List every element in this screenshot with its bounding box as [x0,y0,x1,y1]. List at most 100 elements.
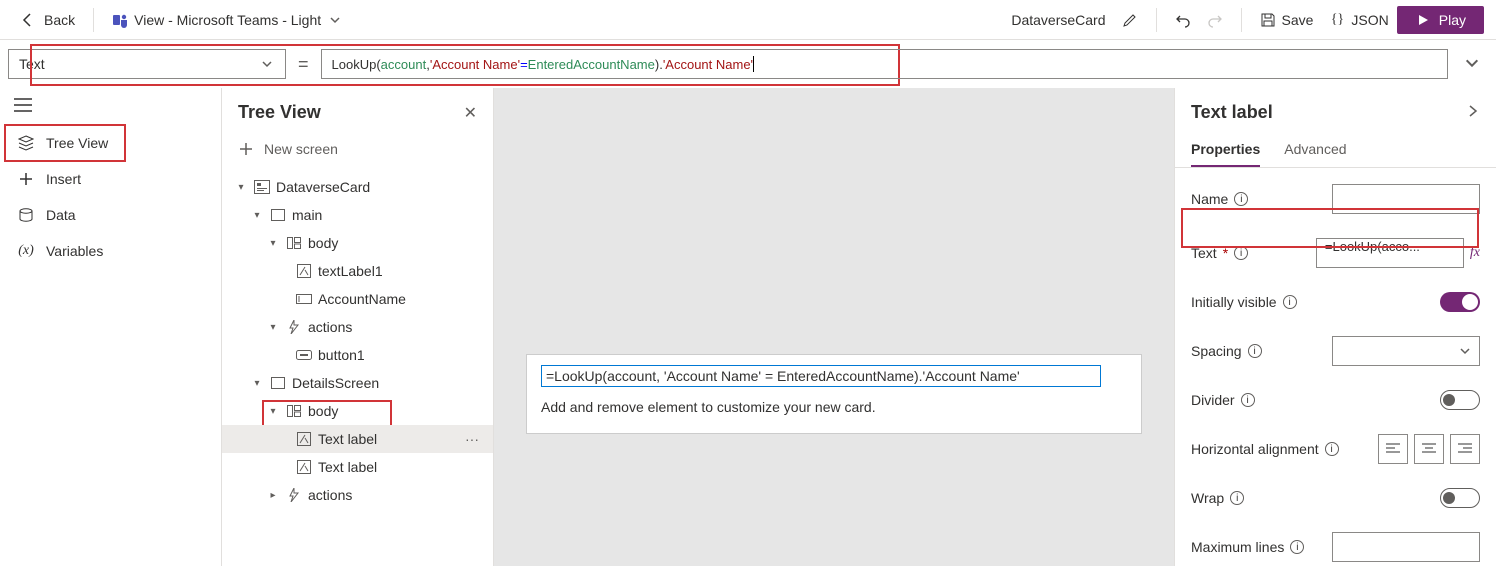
redo-icon [1207,12,1223,28]
actions-icon [286,487,302,503]
chevron-down-icon: ▾ [250,210,264,221]
nav-label: Variables [46,243,103,259]
align-center-button[interactable] [1414,434,1444,464]
info-icon[interactable]: i [1290,540,1304,554]
nav-tree-view[interactable]: Tree View [0,125,221,161]
toolbar-divider [1241,8,1242,32]
wrap-toggle[interactable] [1440,488,1480,508]
screen-icon [270,207,286,223]
toolbar-divider [93,8,94,32]
hamburger-button[interactable] [0,88,221,125]
card-surface[interactable]: =LookUp(account, 'Account Name' = Entere… [526,354,1142,434]
prop-row-maxlines: Maximum linesi [1191,520,1480,566]
nav-label: Insert [46,171,81,187]
play-label: Play [1439,12,1466,28]
info-icon[interactable]: i [1234,192,1248,206]
tree-view-panel: Tree View ✕ New screen ▾ DataverseCard ▾… [222,88,494,566]
info-icon[interactable]: i [1230,491,1244,505]
card-help-text: Add and remove element to customize your… [541,399,1127,415]
chevron-down-icon: ▾ [234,182,248,193]
formula-input[interactable]: LookUp(account, 'Account Name' = Entered… [321,49,1448,79]
tree-node-detailsscreen[interactable]: ▾ DetailsScreen [222,369,493,397]
new-screen-button[interactable]: New screen [222,133,493,169]
tree-node-main[interactable]: ▾ main [222,201,493,229]
tree-node-textlabel2[interactable]: Text label [222,453,493,481]
property-selector[interactable]: Text [8,49,286,79]
fx-button[interactable]: fx [1470,245,1480,261]
selected-element[interactable]: =LookUp(account, 'Account Name' = Entere… [541,365,1101,387]
redo-button[interactable] [1199,12,1231,28]
chevron-right-icon: ▸ [266,490,280,501]
prop-row-wrap: Wrapi [1191,476,1480,520]
tree-node-textlabel1[interactable]: textLabel1 [222,257,493,285]
property-name: Text [19,56,45,72]
play-icon [1415,12,1431,28]
chevron-down-icon: ▾ [266,238,280,249]
variable-icon: (x) [18,243,34,259]
align-right-button[interactable] [1450,434,1480,464]
info-icon[interactable]: i [1325,442,1339,456]
visible-toggle[interactable] [1440,292,1480,312]
tree-node-body2[interactable]: ▾ body [222,397,493,425]
info-icon[interactable]: i [1283,295,1297,309]
spacing-dropdown[interactable] [1332,336,1480,366]
info-icon[interactable]: i [1248,344,1262,358]
back-label: Back [44,12,75,28]
back-button[interactable]: Back [12,12,83,28]
canvas-area[interactable]: =LookUp(account, 'Account Name' = Entere… [494,88,1174,566]
json-button[interactable]: {} JSON [1321,12,1396,28]
layers-icon [18,135,34,151]
text-value-input[interactable]: =LookUp(acco... [1316,238,1464,268]
rename-button[interactable] [1114,12,1146,28]
top-toolbar: Back View - Microsoft Teams - Light Data… [0,0,1496,40]
textinput-icon [296,291,312,307]
chevron-right-icon[interactable] [1466,104,1480,121]
arrow-left-icon [20,12,36,28]
tree-node-accountname[interactable]: AccountName [222,285,493,313]
tree-node-button1[interactable]: button1 [222,341,493,369]
plus-icon [238,141,254,157]
divider-toggle[interactable] [1440,390,1480,410]
name-input[interactable] [1332,184,1480,214]
button-icon [296,347,312,363]
nav-variables[interactable]: (x) Variables [0,233,221,269]
formula-expand-button[interactable] [1456,55,1488,74]
tree-node-actions2[interactable]: ▸ actions [222,481,493,509]
node-more-button[interactable]: ··· [457,431,487,447]
left-nav: Tree View Insert Data (x) Variables [0,88,222,566]
textlabel-icon [296,431,312,447]
prop-row-spacing: Spacingi [1191,324,1480,378]
chevron-down-icon [327,12,343,28]
maxlines-input[interactable] [1332,532,1480,562]
view-theme-dropdown[interactable]: View - Microsoft Teams - Light [104,12,351,28]
container-icon [286,235,302,251]
textlabel-icon [296,263,312,279]
card-icon [254,179,270,195]
align-left-button[interactable] [1378,434,1408,464]
prop-row-divider: Divideri [1191,378,1480,422]
nav-insert[interactable]: Insert [0,161,221,197]
undo-button[interactable] [1167,12,1199,28]
tree-node-actions[interactable]: ▾ actions [222,313,493,341]
info-icon[interactable]: i [1234,246,1248,260]
actions-icon [286,319,302,335]
properties-panel: Text label Properties Advanced Namei Tex… [1174,88,1496,566]
chevron-down-icon: ▾ [250,378,264,389]
nav-data[interactable]: Data [0,197,221,233]
new-screen-label: New screen [264,141,338,157]
tree-node-textlabel-selected[interactable]: Text label ··· [222,425,493,453]
tab-advanced[interactable]: Advanced [1284,131,1346,167]
prop-row-visible: Initially visiblei [1191,280,1480,324]
save-button[interactable]: Save [1252,12,1322,28]
tree-title: Tree View [238,102,321,123]
play-button[interactable]: Play [1397,6,1484,34]
info-icon[interactable]: i [1241,393,1255,407]
chevron-down-icon: ▾ [266,406,280,417]
close-panel-button[interactable]: ✕ [464,103,477,123]
equals-sign: = [294,54,313,75]
tree-node-body[interactable]: ▾ body [222,229,493,257]
tree-node-root[interactable]: ▾ DataverseCard [222,173,493,201]
prop-row-name: Namei [1191,172,1480,226]
tab-properties[interactable]: Properties [1191,131,1260,167]
nav-label: Tree View [46,135,108,151]
